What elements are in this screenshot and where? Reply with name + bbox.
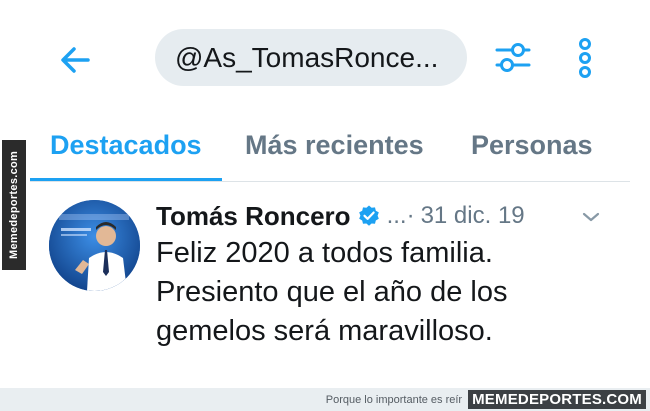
search-query-text: @As_TomasRonce...: [175, 41, 439, 73]
search-filter-button[interactable]: [493, 37, 533, 77]
top-bar: @As_TomasRonce...: [0, 0, 650, 100]
back-arrow-icon: [61, 47, 90, 73]
tweet-text-line: Presiento que el año de los: [156, 276, 508, 308]
tweet-text-line: gemelos será maravilloso.: [156, 315, 493, 347]
filter-sliders-icon: [495, 43, 531, 72]
tweet-menu-button[interactable]: [580, 210, 602, 224]
more-options-button[interactable]: [571, 37, 599, 79]
verified-badge-icon: [358, 205, 379, 226]
tweet-timestamp[interactable]: 31 dic. 19: [421, 202, 525, 230]
avatar-image: [49, 200, 140, 291]
author-handle: ...·: [386, 202, 415, 229]
tabs-divider: [30, 181, 630, 182]
chevron-down-icon: [582, 212, 600, 222]
tab-mas-recientes[interactable]: Más recientes: [245, 130, 424, 161]
watermark-footer: Porque lo importante es reír MEMEDEPORTE…: [0, 388, 650, 411]
back-button[interactable]: [56, 40, 96, 80]
tweet-header: Tomás Roncero ...· 31 dic. 19: [156, 200, 525, 232]
tab-destacados[interactable]: Destacados: [50, 130, 202, 161]
watermark-tagline: Porque lo importante es reír: [325, 393, 463, 406]
more-vertical-icon: [579, 38, 591, 78]
tweet-text: Feliz 2020 a todos familia. Presiento qu…: [156, 234, 636, 351]
tweet[interactable]: Tomás Roncero ...· 31 dic. 19 Feliz 2020…: [0, 188, 650, 388]
avatar[interactable]: [49, 200, 140, 291]
tweet-text-line: Feliz 2020 a todos familia.: [156, 237, 493, 269]
watermark-brand: MEMEDEPORTES.COM: [468, 390, 646, 409]
tab-personas[interactable]: Personas: [471, 130, 593, 161]
search-input[interactable]: @As_TomasRonce...: [155, 29, 467, 86]
author-name[interactable]: Tomás Roncero: [156, 201, 351, 232]
search-tabs: Destacados Más recientes Personas: [30, 120, 650, 182]
